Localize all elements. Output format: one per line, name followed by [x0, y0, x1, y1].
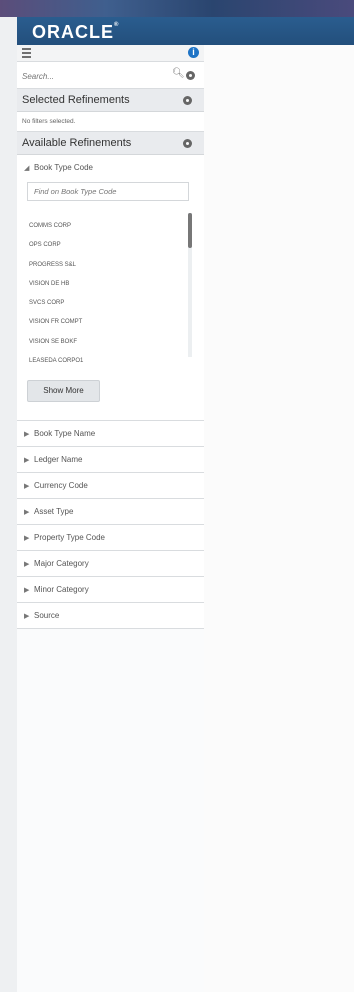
refinement-major-category[interactable]: ▶ Major Category [17, 551, 204, 577]
code-list-scroll-thumb[interactable] [188, 213, 192, 248]
triangle-right-icon: ▶ [24, 509, 30, 516]
code-item[interactable]: VISION SE BOKF [29, 333, 189, 352]
search-input[interactable] [20, 66, 182, 86]
code-item[interactable]: COMMS CORP [29, 217, 189, 236]
triangle-right-icon: ▶ [24, 613, 30, 620]
code-item[interactable]: OPS CORP [29, 236, 189, 255]
panel-toolbar: i [17, 45, 204, 62]
search-settings-gear-icon[interactable] [186, 71, 195, 80]
oracle-logo: ORACLE® [32, 22, 120, 42]
triangle-expanded-icon: ◢ [24, 165, 30, 172]
refinement-currency-code[interactable]: ▶ Currency Code [17, 473, 204, 499]
code-item[interactable]: PROGRESS S&L [29, 256, 189, 275]
triangle-right-icon: ▶ [24, 431, 30, 438]
code-item[interactable]: LEASEDA CORPO1 [29, 352, 189, 371]
book-type-code-label: Book Type Code [34, 163, 94, 172]
refinement-book-type-name[interactable]: ▶ Book Type Name [17, 421, 204, 447]
book-type-code-group: ◢ Book Type Code COMMS CORP OPS CORP PROG… [17, 155, 204, 421]
code-item[interactable]: VISION DE HB [29, 275, 189, 294]
available-refinements-title: Available Refinements [22, 137, 132, 149]
triangle-right-icon: ▶ [24, 561, 30, 568]
book-type-code-list: COMMS CORP OPS CORP PROGRESS S&L VISION … [29, 217, 189, 371]
search-icon[interactable]: 🔍︎ [172, 68, 185, 79]
code-item[interactable]: VISION FR COMPT [29, 313, 189, 332]
book-type-code-header[interactable]: ◢ Book Type Code [17, 155, 204, 180]
triangle-right-icon: ▶ [24, 587, 30, 594]
available-refinements-header: Available Refinements [17, 132, 204, 155]
available-refinements-gear-icon[interactable] [183, 139, 192, 148]
app-header: ORACLE® [17, 17, 354, 45]
refinements-panel: i 🔍︎ Selected Refinements No filters sel… [17, 45, 205, 992]
main-content-area [204, 45, 354, 992]
code-item[interactable]: SVCS CORP [29, 294, 189, 313]
left-gutter [0, 17, 17, 992]
info-icon[interactable]: i [188, 47, 199, 58]
refinement-ledger-name[interactable]: ▶ Ledger Name [17, 447, 204, 473]
top-decorative-strip [0, 0, 354, 17]
refinement-property-type-code[interactable]: ▶ Property Type Code [17, 525, 204, 551]
triangle-right-icon: ▶ [24, 535, 30, 542]
triangle-right-icon: ▶ [24, 483, 30, 490]
search-row: 🔍︎ [17, 62, 204, 89]
menu-icon[interactable] [22, 48, 31, 60]
selected-refinements-gear-icon[interactable] [183, 96, 192, 105]
refinement-asset-type[interactable]: ▶ Asset Type [17, 499, 204, 525]
triangle-right-icon: ▶ [24, 457, 30, 464]
selected-refinements-header: Selected Refinements [17, 89, 204, 112]
no-filters-text: No filters selected. [17, 112, 204, 132]
find-book-type-code-input[interactable] [27, 182, 189, 201]
selected-refinements-title: Selected Refinements [22, 94, 130, 106]
refinement-minor-category[interactable]: ▶ Minor Category [17, 577, 204, 603]
refinement-source[interactable]: ▶ Source [17, 603, 204, 629]
show-more-button[interactable]: Show More [27, 380, 100, 402]
